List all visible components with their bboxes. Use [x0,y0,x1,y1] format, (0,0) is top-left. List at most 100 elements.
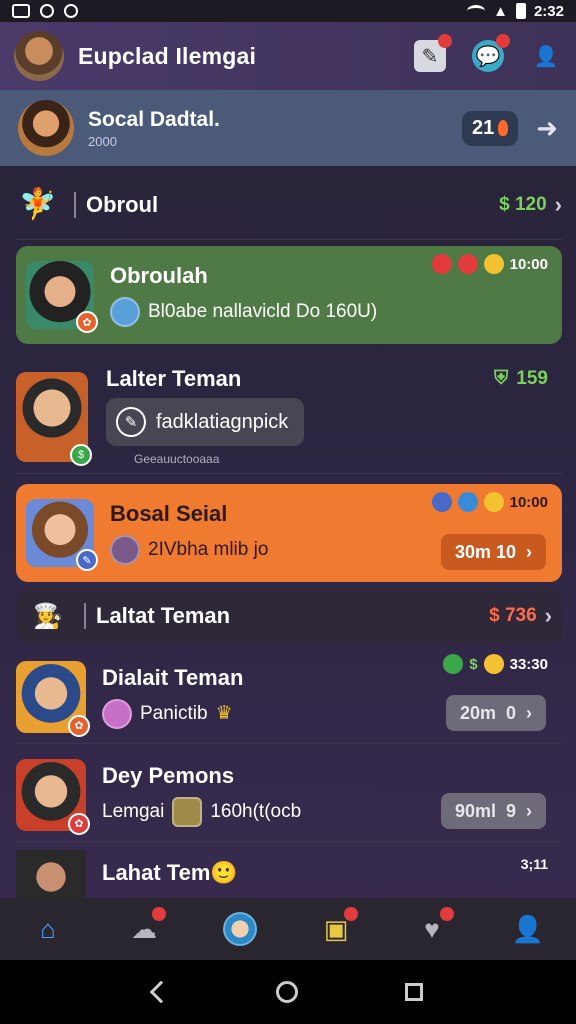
chat-name: Bosal Seial [110,501,228,526]
coin-amount: $ 120 [499,193,547,215]
profile-button[interactable]: 👤 [530,40,562,72]
smiley-icon [483,654,504,674]
action-button[interactable]: 30m 10 › [440,534,546,570]
person-icon: 👤 [533,45,559,68]
chat-time: 10:00 [509,255,548,273]
crown-icon: ♛ [215,703,233,724]
chat-avatar [16,850,86,898]
status-badge: ✿ [68,812,90,835]
home-circle-icon[interactable] [275,981,298,1003]
chevron-right-icon: › [526,702,532,723]
list-item[interactable]: 👩‍🍳 Laltat Teman $ 736 › [16,588,562,644]
pinned-chat[interactable]: Socal Dadtal. 2000 21 ➜ [0,90,576,166]
chevron-right-icon: › [526,541,532,562]
user-avatar[interactable] [14,31,64,81]
nav-home[interactable]: ⌂ [28,909,68,949]
chat-card[interactable]: ✿ Obroulah Bl0abe nallavicld Do 160U) 10… [16,246,562,344]
chat-item[interactable]: $ Lalter Teman ✎ fadklatiagnpick Geeauuc… [16,360,562,474]
profile-icon: 👤 [511,913,545,944]
bottom-navigation: ⌂ ☁ ▣ ♥ 👤 [0,898,576,960]
pinned-sub: 2000 [88,133,117,149]
signal-icon: ▲ [493,2,508,20]
chat-avatar: ✎ [26,499,98,571]
chat-time: 33:30 [509,655,548,673]
nav-profile[interactable]: 👤 [508,909,548,949]
smiley-icon: 🙂 [210,860,238,885]
chat-avatar: ✿ [26,261,98,333]
chat-item[interactable]: ✿ Dey Pemons Lemgai 160h(t(ocb 90ml 9 › [16,748,562,842]
nav-badge [152,907,166,921]
recents-icon[interactable] [404,983,423,1001]
status-badge: ✎ [76,549,98,571]
pinned-avatar [18,100,74,156]
nav-chat[interactable]: ☁ [124,907,166,949]
chat-avatar: ✿ [16,758,90,835]
divider [74,191,76,218]
nav-favorites[interactable]: ♥ [412,907,454,949]
notification-badge [438,34,452,48]
back-icon[interactable] [150,980,173,1004]
chat-time: 10:00 [509,493,548,511]
chat-preview: Bl0abe nallavicld Do 160U) [148,301,378,322]
reaction-icon [431,492,452,512]
chat-card[interactable]: ✎ Bosal Seial 2IVbha mlib jo 10:00 30m 1… [16,484,562,582]
chat-name: Obroulah [110,263,208,288]
arrow-right-icon[interactable]: ➜ [536,113,558,144]
list-item-name: Obroul [86,191,159,217]
coin-amount: 159 [516,368,548,389]
avatar-icon [223,912,257,946]
chat-name: Dialait Teman [102,664,244,690]
chat-preview: Panictib [140,702,208,724]
chat-name: Lahat Tem🙂 [102,860,238,885]
reaction-icon-2 [457,254,478,274]
message-bubble: ✎ fadklatiagnpick [106,398,305,446]
pinned-count-badge: 21 [461,110,519,146]
sender-avatar [102,698,132,729]
reaction-icon [443,654,464,674]
character-icon: 👩‍🍳 [33,602,63,630]
status-badge: ✿ [76,311,98,333]
reaction-icon [431,254,452,274]
divider [84,603,86,629]
chat-item[interactable]: ✿ Dialait Teman Panictib ♛ $ 33:30 20m 0… [16,650,562,744]
battery-icon [515,3,526,19]
home-icon: ⌂ [40,913,56,944]
chevron-right-icon: › [554,191,562,217]
nav-shop[interactable]: ▣ [316,907,358,949]
status-badge: $ [70,443,92,466]
bell-icon: ✎ [421,45,439,68]
cloud-icon [457,492,478,512]
chat-preview: 2IVbha mlib jo [148,539,269,560]
app-icon [40,4,54,18]
chat-time: 3;11 [520,856,548,872]
chat-name: Lalter Teman [106,366,242,391]
status-bar: ▲ 2:32 [0,0,576,22]
chat-item[interactable]: Lahat Tem🙂 3;11 [16,850,562,898]
chat-icon: ✎ [116,407,146,437]
messages-button[interactable]: 💬 [472,34,510,72]
system-navigation [0,960,576,1024]
nav-badge [440,907,454,921]
dollar-icon: $ [469,655,478,673]
wifi-icon [467,5,486,17]
list-item[interactable]: 🧚 Obroul $ 120 › [16,170,562,240]
status-time: 2:32 [533,2,564,20]
sender-avatar [110,297,140,327]
list-item-name: Laltat Teman [96,603,231,628]
caption: Geeauuctooaaa [134,452,220,466]
notification-icon [12,4,30,18]
action-button[interactable]: 20m 0 › [445,695,546,731]
heart-icon: ♥ [424,913,440,944]
nav-avatar[interactable] [220,909,260,949]
chat-preview: Lemgai [102,800,165,822]
shield-icon: ⛨ [494,368,509,389]
action-button[interactable]: 90ml 9 › [440,793,546,829]
flame-icon [498,120,509,136]
chat-bubble-icon: 💬 [475,45,501,68]
notifications-button[interactable]: ✎ [414,34,452,72]
pinned-name: Socal Dadtal. [88,107,220,131]
smiley-icon [483,254,504,274]
messages-badge [496,34,510,48]
app-icon-2 [64,4,78,18]
status-badge: ✿ [68,714,90,737]
